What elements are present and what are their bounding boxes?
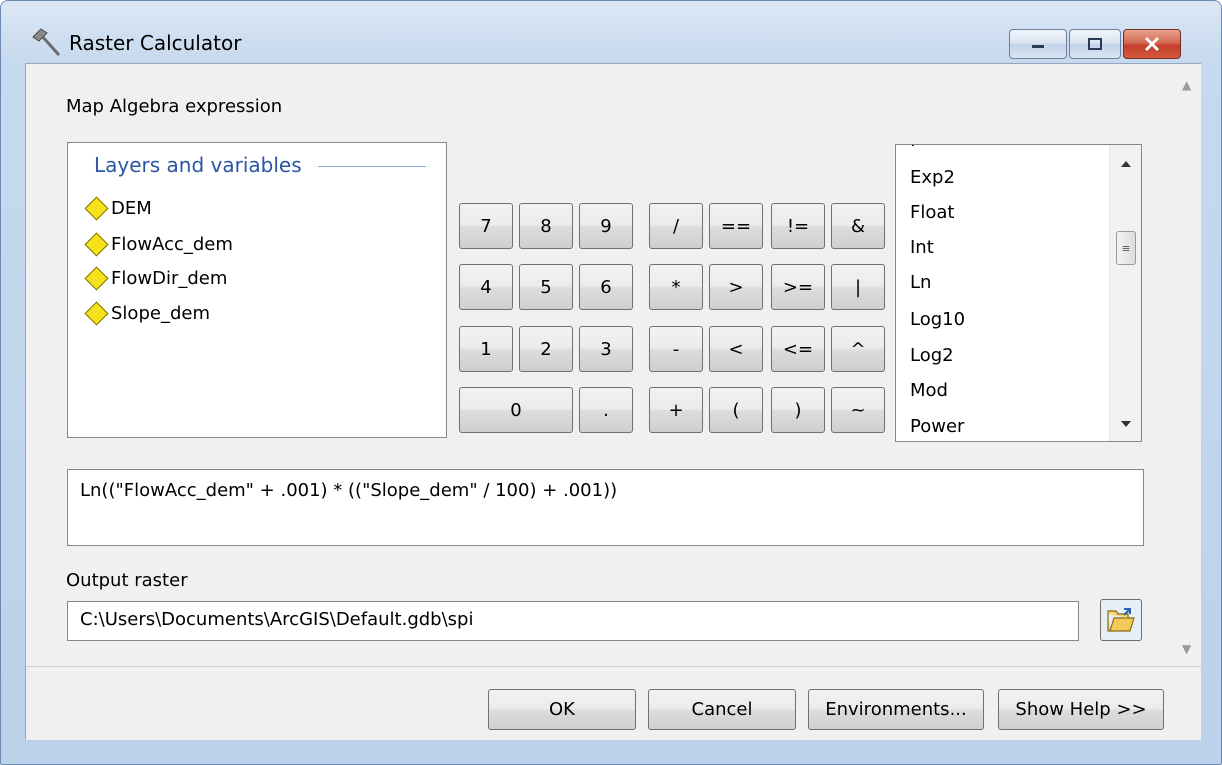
cancel-button[interactable]: Cancel [648, 689, 796, 730]
scroll-up-icon[interactable] [1119, 159, 1133, 169]
function-item[interactable]: Log2 [910, 345, 954, 366]
function-item[interactable]: Mod [910, 380, 948, 401]
function-item-partial: · [910, 144, 916, 156]
key-minus[interactable]: - [649, 326, 703, 372]
key-xor[interactable]: ^ [831, 326, 885, 372]
key-and[interactable]: & [831, 203, 885, 249]
functions-scroll-thumb[interactable]: ≡ [1116, 231, 1136, 265]
function-item[interactable]: Log10 [910, 309, 965, 330]
layers-header-divider [318, 166, 426, 167]
environments-button[interactable]: Environments... [808, 689, 984, 730]
raster-layer-icon [84, 231, 109, 257]
scroll-down-icon[interactable] [1119, 419, 1133, 429]
maximize-icon [1088, 38, 1102, 50]
open-folder-icon [1107, 608, 1135, 632]
scroll-down-icon[interactable]: ▼ [1182, 642, 1191, 656]
key-greater-equal[interactable]: >= [771, 264, 825, 310]
key-decimal[interactable]: . [579, 387, 633, 433]
output-raster-input[interactable]: C:\Users\Documents\ArcGIS\Default.gdb\sp… [67, 601, 1079, 641]
key-4[interactable]: 4 [459, 264, 513, 310]
layers-header: Layers and variables [94, 153, 302, 177]
hammer-icon [32, 28, 61, 57]
key-9[interactable]: 9 [579, 203, 633, 249]
key-6[interactable]: 6 [579, 264, 633, 310]
expression-text: Ln(("FlowAcc_dem" + .001) * (("Slope_dem… [80, 480, 618, 501]
key-divide[interactable]: / [649, 203, 703, 249]
key-not-equal[interactable]: != [771, 203, 825, 249]
key-open-paren[interactable]: ( [709, 387, 763, 433]
ok-button[interactable]: OK [488, 689, 636, 730]
minimize-icon [1032, 45, 1044, 48]
expression-input[interactable]: Ln(("FlowAcc_dem" + .001) * (("Slope_dem… [67, 469, 1144, 546]
title-bar[interactable]: Raster Calculator [1, 1, 1221, 63]
scroll-up-icon[interactable]: ▲ [1182, 78, 1191, 92]
layer-item-label: DEM [111, 197, 152, 219]
function-item[interactable]: Float [910, 202, 954, 223]
key-close-paren[interactable]: ) [771, 387, 825, 433]
raster-layer-icon [84, 265, 109, 291]
key-not[interactable]: ~ [831, 387, 885, 433]
key-less[interactable]: < [709, 326, 763, 372]
dialog-scrollbar[interactable]: ▲ ▼ [1176, 64, 1201, 666]
layer-item-label: Slope_dem [111, 302, 210, 324]
key-2[interactable]: 2 [519, 326, 573, 372]
key-5[interactable]: 5 [519, 264, 573, 310]
key-8[interactable]: 8 [519, 203, 573, 249]
key-7[interactable]: 7 [459, 203, 513, 249]
key-0[interactable]: 0 [459, 387, 573, 433]
raster-layer-icon [84, 195, 109, 221]
window-title: Raster Calculator [69, 31, 242, 55]
layers-list[interactable]: Layers and variables DEM FlowAcc_dem Flo… [67, 142, 447, 438]
layer-item-label: FlowDir_dem [111, 267, 228, 289]
maximize-button[interactable] [1069, 29, 1121, 59]
close-icon [1144, 36, 1160, 52]
dialog-client-area: Map Algebra expression Layers and variab… [25, 63, 1201, 740]
minimize-button[interactable] [1009, 29, 1067, 59]
dialog-content: Map Algebra expression Layers and variab… [26, 64, 1176, 666]
layer-item-dem[interactable]: DEM [82, 193, 152, 223]
function-item[interactable]: Ln [910, 272, 931, 293]
function-item[interactable]: Int [910, 237, 934, 258]
key-multiply[interactable]: * [649, 264, 703, 310]
show-help-button[interactable]: Show Help >> [998, 689, 1164, 730]
key-less-equal[interactable]: <= [771, 326, 825, 372]
raster-calculator-window: Raster Calculator Map Algebra expression… [0, 0, 1222, 765]
functions-list[interactable]: · Exp2 Float Int Ln Log10 Log2 Mod Power… [895, 144, 1142, 442]
key-equal[interactable]: == [709, 203, 763, 249]
key-1[interactable]: 1 [459, 326, 513, 372]
functions-scrollbar[interactable]: ≡ [1109, 145, 1141, 441]
layer-item-label: FlowAcc_dem [111, 233, 233, 255]
raster-layer-icon [84, 300, 109, 326]
key-or[interactable]: | [831, 264, 885, 310]
key-3[interactable]: 3 [579, 326, 633, 372]
layer-item-flowacc[interactable]: FlowAcc_dem [82, 229, 233, 259]
key-greater[interactable]: > [709, 264, 763, 310]
function-item[interactable]: Power [910, 416, 964, 437]
output-raster-label: Output raster [66, 570, 188, 591]
browse-button[interactable] [1100, 599, 1142, 641]
layer-item-flowdir[interactable]: FlowDir_dem [82, 263, 227, 293]
output-raster-value: C:\Users\Documents\ArcGIS\Default.gdb\sp… [80, 609, 474, 630]
function-item[interactable]: Exp2 [910, 167, 955, 188]
close-button[interactable] [1123, 29, 1181, 59]
key-plus[interactable]: + [649, 387, 703, 433]
dialog-footer: OK Cancel Environments... Show Help >> [26, 666, 1201, 740]
expression-section-label: Map Algebra expression [66, 96, 283, 117]
layer-item-slope[interactable]: Slope_dem [82, 298, 210, 328]
